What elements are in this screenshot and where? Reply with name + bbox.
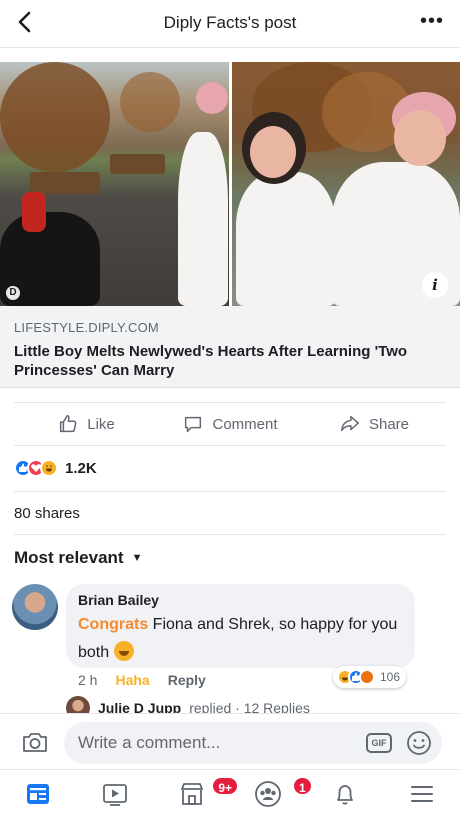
photo-left[interactable]: D: [0, 62, 229, 306]
link-domain: LIFESTYLE.DIPLY.COM: [14, 320, 159, 335]
post-actions: Like Comment Share: [14, 402, 446, 446]
marketplace-icon: [180, 783, 203, 805]
tab-news-feed[interactable]: [0, 770, 77, 818]
share-icon: [341, 415, 359, 432]
comment-reaction-count: 106: [380, 670, 401, 684]
more-options-icon[interactable]: •••: [420, 11, 444, 31]
share-button[interactable]: Share: [302, 403, 446, 445]
bottom-tab-bar: 9+ 1: [0, 769, 460, 818]
camera-icon[interactable]: [22, 730, 48, 754]
menu-icon: [410, 786, 433, 802]
post-photos[interactable]: D i: [0, 62, 460, 306]
emoji-icon[interactable]: [406, 730, 432, 756]
tab-notifications[interactable]: [307, 770, 384, 818]
gif-button[interactable]: GIF: [366, 733, 392, 753]
angry-reaction-icon: [359, 669, 375, 685]
tab-watch[interactable]: [77, 770, 154, 818]
info-icon[interactable]: i: [422, 272, 448, 298]
diply-watermark-icon: D: [6, 286, 20, 300]
reactions-summary[interactable]: 1.2K: [14, 456, 97, 480]
news-feed-icon: [27, 784, 50, 804]
thumbs-up-icon: [60, 415, 77, 433]
groups-icon: [255, 781, 282, 807]
comment-reactions[interactable]: 106: [333, 666, 407, 688]
reply-button[interactable]: Reply: [168, 672, 206, 688]
comment-author[interactable]: Brian Bailey: [78, 592, 403, 608]
shares-count[interactable]: 80 shares: [14, 505, 80, 522]
comment-icon: [185, 416, 202, 433]
share-label: Share: [368, 415, 410, 433]
comment-sort-dropdown[interactable]: Most relevant ▼: [14, 548, 142, 568]
chevron-down-icon: ▼: [131, 552, 143, 564]
divider: [14, 491, 446, 492]
haha-reaction-button[interactable]: Haha: [115, 672, 149, 688]
bell-icon: [337, 785, 353, 805]
sort-label: Most relevant: [14, 548, 124, 567]
like-label: Like: [87, 415, 115, 433]
comment-text: Congrats Fiona and Shrek, so happy for y…: [78, 611, 403, 667]
photo-right[interactable]: i: [231, 62, 460, 306]
link-preview[interactable]: LIFESTYLE.DIPLY.COM Little Boy Melts New…: [0, 306, 460, 388]
comment-time: 2 h: [78, 672, 98, 688]
comment-meta: 2 h Haha Reply: [78, 672, 206, 688]
page-title: Diply Facts's post: [163, 13, 297, 32]
comment-button[interactable]: Comment: [158, 403, 302, 445]
tab-marketplace[interactable]: 9+: [153, 770, 240, 818]
comment-composer: GIF: [0, 713, 460, 769]
haha-reaction-icon: [40, 459, 58, 477]
comment-label: Comment: [212, 415, 278, 433]
like-button[interactable]: Like: [14, 403, 158, 445]
watch-video-icon: [103, 784, 127, 806]
link-title[interactable]: Little Boy Melts Newlywed's Hearts After…: [14, 342, 434, 380]
smile-emoji-icon: [113, 641, 134, 661]
comment-bubble[interactable]: Brian Bailey Congrats Fiona and Shrek, s…: [66, 584, 415, 668]
divider: [14, 534, 446, 535]
top-bar: Diply Facts's post •••: [0, 0, 460, 48]
comment-tag[interactable]: Congrats: [78, 616, 148, 633]
tab-groups[interactable]: 1: [230, 770, 313, 818]
tab-menu[interactable]: [383, 770, 460, 818]
reaction-count: 1.2K: [65, 459, 97, 477]
avatar[interactable]: [12, 584, 58, 630]
